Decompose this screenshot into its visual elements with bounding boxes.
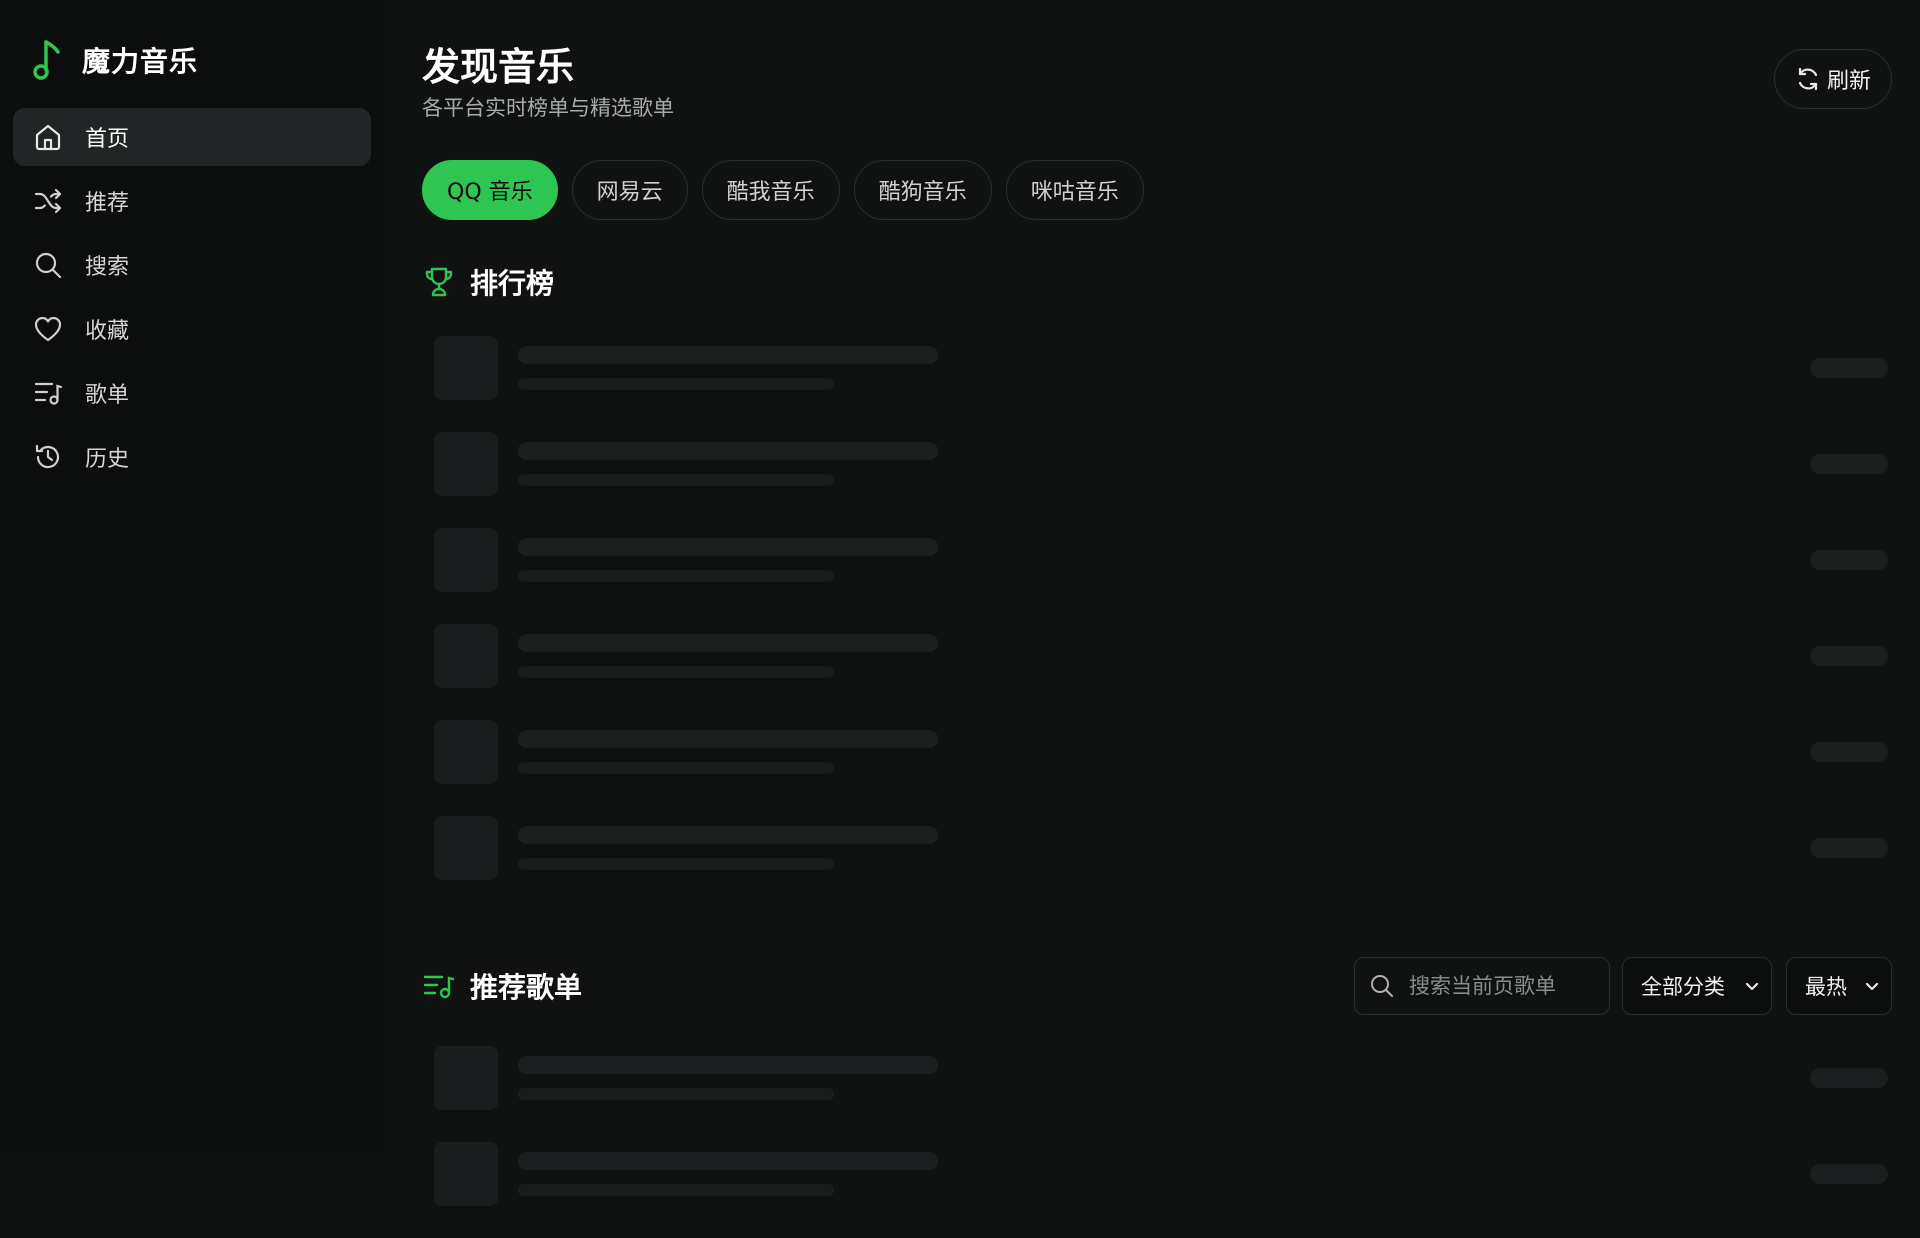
- platform-tabs: QQ 音乐 网易云 酷我音乐 酷狗音乐 咪咕音乐: [422, 160, 1144, 220]
- list-item-skeleton: [434, 816, 1888, 912]
- home-icon: [33, 122, 63, 152]
- search-icon: [1371, 975, 1393, 997]
- brand[interactable]: 魔力音乐: [30, 38, 198, 82]
- sidebar: 魔力音乐 首页 推荐 搜索 收藏 歌单 历史: [0, 0, 384, 1152]
- playlist-icon: [33, 378, 63, 408]
- refresh-button[interactable]: 刷新: [1774, 49, 1892, 109]
- page-subtitle: 各平台实时榜单与精选歌单: [422, 96, 674, 120]
- page-title: 发现音乐: [422, 45, 575, 89]
- charts-skeleton-list: [434, 336, 1888, 912]
- playlist-icon: [423, 975, 455, 999]
- sidebar-item-label: 推荐: [85, 191, 130, 216]
- sidebar-item-favorites[interactable]: 收藏: [13, 300, 371, 358]
- sidebar-item-label: 首页: [85, 127, 130, 152]
- list-item-skeleton: [434, 624, 1888, 720]
- sidebar-item-playlists[interactable]: 歌单: [13, 364, 371, 422]
- refresh-icon: [1798, 67, 1818, 91]
- search-icon: [33, 250, 63, 280]
- sidebar-item-label: 搜索: [85, 255, 130, 280]
- charts-section-title: 排行榜: [422, 262, 554, 302]
- list-item-skeleton: [434, 528, 1888, 624]
- chevron-down-icon: [1865, 982, 1879, 991]
- tab-kugou[interactable]: 酷狗音乐: [853, 160, 992, 220]
- app-name: 魔力音乐: [82, 45, 199, 78]
- sidebar-item-label: 收藏: [85, 319, 130, 344]
- playlist-search[interactable]: [1354, 957, 1610, 1015]
- category-select[interactable]: 全部分类: [1622, 957, 1772, 1015]
- sidebar-item-recommend[interactable]: 推荐: [13, 172, 371, 230]
- sidebar-item-label: 歌单: [85, 383, 130, 408]
- tab-netease[interactable]: 网易云: [571, 160, 688, 220]
- list-item-skeleton: [434, 336, 1888, 432]
- sidebar-nav: 首页 推荐 搜索 收藏 歌单 历史: [13, 108, 371, 492]
- sort-select[interactable]: 最热: [1786, 957, 1892, 1015]
- sort-select-value: 最热: [1805, 975, 1847, 999]
- refresh-label: 刷新: [1826, 69, 1871, 94]
- tab-qq-music[interactable]: QQ 音乐: [422, 160, 558, 220]
- playlist-search-input[interactable]: [1407, 973, 1597, 999]
- list-item-skeleton: [434, 1142, 1888, 1238]
- history-icon: [33, 442, 63, 472]
- list-item-skeleton: [434, 1046, 1888, 1142]
- main-content: 发现音乐 各平台实时榜单与精选歌单 刷新 QQ 音乐 网易云 酷我音乐 酷狗音乐…: [384, 0, 1920, 1206]
- playlists-title: 推荐歌单: [470, 971, 583, 1004]
- shuffle-icon: [33, 186, 63, 216]
- sidebar-item-label: 历史: [85, 447, 130, 472]
- music-note-icon: [33, 40, 60, 80]
- trophy-icon: [425, 267, 453, 297]
- sidebar-item-history[interactable]: 历史: [13, 428, 371, 486]
- tab-kuwo[interactable]: 酷我音乐: [701, 160, 840, 220]
- category-select-value: 全部分类: [1641, 975, 1725, 999]
- sidebar-item-home[interactable]: 首页: [13, 108, 371, 166]
- playlists-skeleton-list: [434, 1046, 1888, 1238]
- list-item-skeleton: [434, 720, 1888, 816]
- heart-icon: [33, 314, 63, 344]
- chevron-down-icon: [1745, 982, 1759, 991]
- charts-title: 排行榜: [470, 267, 555, 300]
- tab-migu[interactable]: 咪咕音乐: [1005, 160, 1144, 220]
- list-item-skeleton: [434, 432, 1888, 528]
- playlists-section-title: 推荐歌单: [422, 966, 582, 1006]
- sidebar-item-search[interactable]: 搜索: [13, 236, 371, 294]
